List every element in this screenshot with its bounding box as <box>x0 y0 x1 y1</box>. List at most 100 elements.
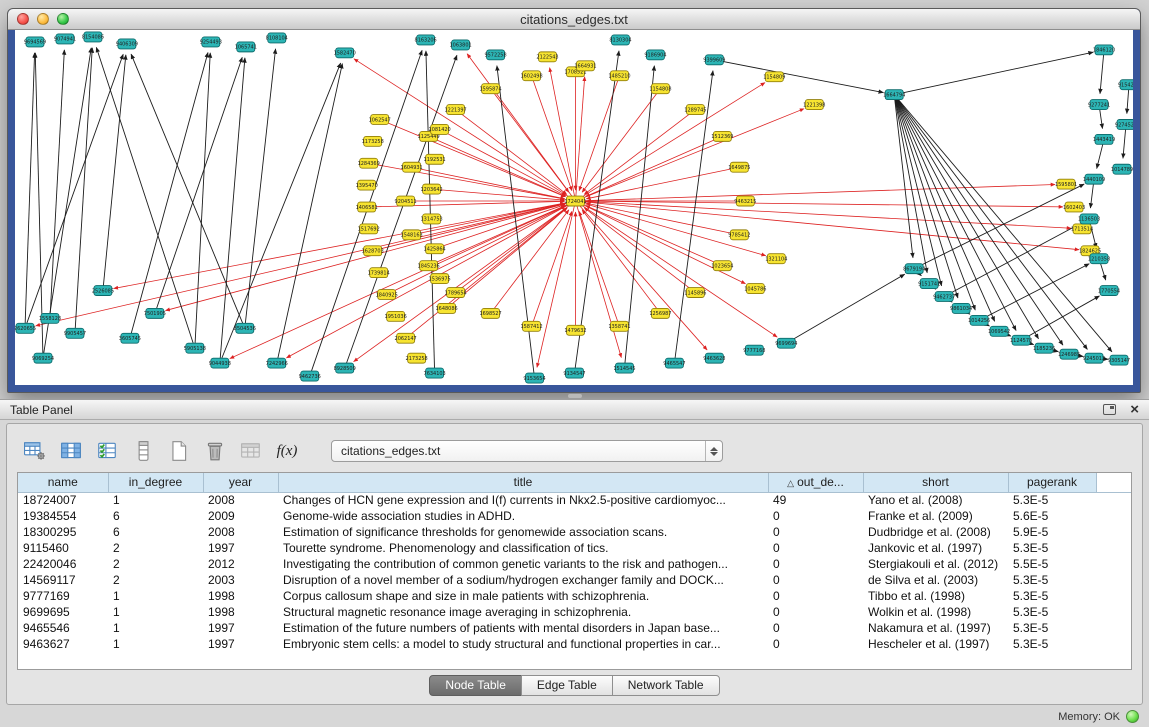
graph-node[interactable]: 1514545 <box>613 363 635 373</box>
graph-node[interactable]: 1713514 <box>1071 224 1093 234</box>
graph-node[interactable]: 9905457 <box>64 328 86 338</box>
graph-node[interactable]: 9699694 <box>775 338 797 348</box>
graph-node[interactable]: 2620655 <box>15 323 36 333</box>
graph-node[interactable]: 1063801 <box>450 40 472 50</box>
table-row[interactable]: 1830029562008Estimation of significance … <box>18 524 1131 540</box>
graph-node[interactable]: 1479632 <box>564 325 586 335</box>
graph-node[interactable]: 1358741 <box>608 321 630 331</box>
graph-node[interactable]: 1256987 <box>649 308 671 318</box>
graph-node[interactable]: 1145896 <box>684 288 706 298</box>
table-row[interactable]: 911546021997Tourette syndrome. Phenomeno… <box>18 540 1131 556</box>
graph-node[interactable]: 2173258 <box>406 353 428 363</box>
graph-node[interactable]: 1221398 <box>803 100 825 110</box>
graph-node[interactable]: 8108104 <box>266 33 288 43</box>
network-table-select[interactable]: citations_edges.txt <box>331 440 723 462</box>
graph-node[interactable]: 9044938 <box>209 358 231 368</box>
graph-node[interactable]: 1023654 <box>711 261 733 271</box>
graph-node[interactable]: 1136503 <box>1078 214 1100 224</box>
float-panel-icon[interactable] <box>1103 404 1116 415</box>
graph-node[interactable]: 1536975 <box>429 274 451 284</box>
graph-node[interactable]: 9463215 <box>734 196 756 206</box>
graph-node[interactable]: 2526085 <box>92 286 114 296</box>
graph-node[interactable]: 7242966 <box>266 358 288 368</box>
table-row[interactable]: 1872400712008Changes of HCN gene express… <box>18 492 1131 508</box>
close-panel-icon[interactable]: × <box>1130 404 1139 415</box>
graph-node[interactable]: 1840925 <box>376 290 398 300</box>
graph-node[interactable]: 1014256 <box>968 315 990 325</box>
graph-node[interactable]: 5905138 <box>184 343 206 353</box>
graph-node[interactable]: 1062547 <box>369 115 391 125</box>
graph-node[interactable]: 1185236 <box>1033 343 1055 353</box>
graph-node[interactable]: 2062147 <box>395 333 417 343</box>
graph-node[interactable]: 1582470 <box>334 48 356 58</box>
graph-node[interactable]: 1406581 <box>356 202 378 212</box>
column-header-name[interactable]: name <box>18 473 108 492</box>
graph-node[interactable]: 1698527 <box>479 308 501 318</box>
graph-node[interactable]: 9274521 <box>1115 119 1133 129</box>
graph-node[interactable]: 1649875 <box>728 162 750 172</box>
graph-node[interactable]: 1517692 <box>358 224 380 234</box>
graph-node[interactable]: 9245012 <box>1083 353 1105 363</box>
graph-node[interactable]: 1664794 <box>883 90 905 100</box>
graph-node[interactable]: 1604931 <box>401 162 423 172</box>
select-columns-icon[interactable] <box>57 438 85 464</box>
tab-network-table[interactable]: Network Table <box>612 675 720 696</box>
graph-node[interactable]: 8504536 <box>234 323 256 333</box>
column-header-pagerank[interactable]: pagerank <box>1008 473 1096 492</box>
graph-node[interactable]: 1081420 <box>429 124 451 134</box>
network-graph[interactable]: 1724041920451116049311125449122139715958… <box>15 30 1133 385</box>
graph-node[interactable]: 9069254 <box>32 353 54 363</box>
delete-table-icon[interactable] <box>201 438 229 464</box>
graph-node[interactable]: 1221397 <box>445 105 467 115</box>
graph-node[interactable]: 9305147 <box>1108 355 1130 365</box>
table-row[interactable]: 977716911998Corpus callosum shape and si… <box>18 588 1131 604</box>
graph-node[interactable]: 1485210 <box>608 71 630 81</box>
graph-node[interactable]: 9785412 <box>728 230 750 240</box>
graph-node[interactable]: 1548163 <box>401 230 423 240</box>
column-header-short[interactable]: short <box>863 473 1008 492</box>
graph-node[interactable]: 1845236 <box>418 261 440 271</box>
graph-node[interactable]: 7501905 <box>144 308 166 318</box>
graph-node[interactable]: 1595874 <box>479 84 501 94</box>
graph-node[interactable]: 8163206 <box>415 35 437 45</box>
graph-node[interactable]: 1724041 <box>564 196 586 206</box>
graph-node[interactable]: 1664931 <box>574 61 596 71</box>
graph-node[interactable]: 9572258 <box>484 50 506 60</box>
table-row[interactable]: 969969511998Structural magnetic resonanc… <box>18 604 1131 620</box>
graph-node[interactable]: 1246985 <box>1058 349 1080 359</box>
graph-node[interactable]: 9465547 <box>663 358 685 368</box>
graph-node[interactable]: 1770554 <box>1098 286 1120 296</box>
graph-node[interactable]: 8679194 <box>903 264 925 274</box>
graph-node[interactable]: 9406309 <box>116 39 138 49</box>
graph-node[interactable]: 9151741 <box>918 279 940 289</box>
graph-node[interactable]: 9277241 <box>1088 100 1110 110</box>
graph-node[interactable]: 1628703 <box>362 246 384 256</box>
column-header-year[interactable]: year <box>203 473 278 492</box>
graph-node[interactable]: 9204511 <box>395 196 417 206</box>
graph-node[interactable]: 1154809 <box>763 72 785 82</box>
graph-node[interactable]: 8928509 <box>334 363 356 373</box>
table-row[interactable]: 1456911722003Disruption of a novel membe… <box>18 572 1131 588</box>
column-header-title[interactable]: title <box>278 473 768 492</box>
graph-node[interactable]: 1321104 <box>765 254 787 264</box>
graph-node[interactable]: 1203642 <box>421 184 443 194</box>
graph-node[interactable]: 1065741 <box>235 42 257 52</box>
graph-node[interactable]: 9462737 <box>933 292 955 302</box>
tab-edge-table[interactable]: Edge Table <box>521 675 613 696</box>
graph-node[interactable]: 1045786 <box>744 284 766 294</box>
graph-node[interactable]: 1443419 <box>1093 134 1115 144</box>
graph-node[interactable]: 1951036 <box>385 311 407 321</box>
graph-node[interactable]: 9254493 <box>200 37 222 47</box>
table-row[interactable]: 2242004622012Investigating the contribut… <box>18 556 1131 572</box>
graph-node[interactable]: 1210358 <box>1088 254 1110 264</box>
graph-node[interactable]: 1440109 <box>1083 174 1105 184</box>
graph-node[interactable]: 9134547 <box>563 368 585 378</box>
graph-node[interactable]: 8154086 <box>82 32 104 42</box>
table-row[interactable]: 946554611997Estimation of the future num… <box>18 620 1131 636</box>
graph-node[interactable]: 1425864 <box>424 244 446 254</box>
graph-node[interactable]: 1739814 <box>368 268 390 278</box>
function-builder-icon[interactable]: f(x) <box>273 438 301 464</box>
graph-node[interactable]: 9694569 <box>24 37 46 47</box>
graph-node[interactable]: 1284369 <box>358 158 380 168</box>
graph-node[interactable]: 8130304 <box>609 35 631 45</box>
